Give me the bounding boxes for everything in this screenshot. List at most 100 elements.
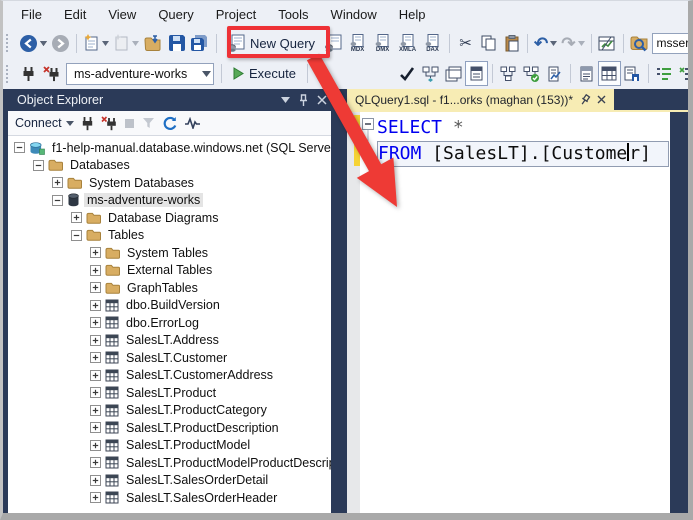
new-dmx-query-button[interactable]: DMX — [370, 33, 395, 53]
tree-expander[interactable] — [90, 439, 101, 451]
redo-button[interactable]: ↷ — [559, 31, 586, 56]
tree-expander[interactable] — [90, 247, 101, 259]
open-file-button[interactable] — [141, 31, 165, 56]
menu-query[interactable]: Query — [147, 1, 204, 28]
menu-edit[interactable]: Edit — [53, 1, 97, 28]
new-query-button[interactable]: New Query — [221, 31, 322, 56]
tree-item-database-diagrams[interactable]: Database Diagrams — [8, 209, 331, 227]
tree-expander[interactable] — [14, 142, 25, 154]
tree-item-dbo-buildversion[interactable]: dbo.BuildVersion — [8, 297, 331, 315]
estimated-plan-button[interactable] — [419, 61, 442, 86]
tree-item-databases[interactable]: Databases — [8, 157, 331, 175]
tree-expander[interactable] — [90, 317, 101, 329]
menu-window[interactable]: Window — [320, 1, 388, 28]
tree-expander[interactable] — [90, 352, 101, 364]
tree-expander[interactable] — [90, 474, 101, 486]
tree-expander[interactable] — [52, 177, 63, 189]
database-engine-query-button[interactable] — [322, 31, 345, 56]
tree-item-external-tables[interactable]: External Tables — [8, 262, 331, 280]
live-query-stats-button[interactable] — [543, 61, 566, 86]
tree-item-saleslt-salesorderheader[interactable]: SalesLT.SalesOrderHeader — [8, 489, 331, 507]
tree-item-saleslt-productdescription[interactable]: SalesLT.ProductDescription — [8, 419, 331, 437]
tree-item-graphtables[interactable]: GraphTables — [8, 279, 331, 297]
change-connection-button[interactable] — [40, 61, 63, 86]
tree-expander[interactable] — [90, 387, 101, 399]
save-all-button[interactable] — [188, 31, 212, 56]
tree-item-dbo-errorlog[interactable]: dbo.ErrorLog — [8, 314, 331, 332]
tree-expander[interactable] — [90, 264, 101, 276]
tree-expander[interactable] — [90, 422, 101, 434]
add-item-button[interactable] — [111, 31, 141, 56]
tree-expander[interactable] — [90, 334, 101, 346]
tree-expander[interactable] — [71, 229, 82, 241]
toolbar-grip[interactable] — [6, 64, 13, 83]
uncomment-button[interactable] — [676, 61, 688, 86]
results-to-file-button[interactable] — [621, 61, 644, 86]
display-estimated-plan-button[interactable] — [497, 61, 520, 86]
new-dax-query-button[interactable]: DAX — [420, 33, 445, 53]
include-actual-plan-button[interactable] — [520, 61, 543, 86]
paste-button[interactable] — [500, 31, 523, 56]
tree-item-saleslt-address[interactable]: SalesLT.Address — [8, 332, 331, 350]
tree-expander[interactable] — [90, 369, 101, 381]
new-xmla-query-button[interactable]: XMLA — [395, 33, 420, 53]
tree-item-saleslt-product[interactable]: SalesLT.Product — [8, 384, 331, 402]
execute-button[interactable]: Execute — [226, 61, 303, 86]
connect-menu[interactable]: Connect — [15, 116, 74, 130]
tree-expander[interactable] — [90, 404, 101, 416]
tree-item-system-databases[interactable]: System Databases — [8, 174, 331, 192]
tree-item-ms-adventure-works[interactable]: ms-adventure-works — [8, 192, 331, 210]
new-project-button[interactable] — [81, 31, 111, 56]
results-pane-toggle[interactable] — [464, 61, 488, 86]
tree-item-saleslt-productcategory[interactable]: SalesLT.ProductCategory — [8, 402, 331, 420]
code-area[interactable]: SELECT * FROM [SalesLT].[Custome r] — [377, 112, 670, 513]
search-input[interactable]: msservi — [651, 32, 688, 54]
query-designer-button[interactable] — [596, 31, 619, 56]
chevron-down-icon[interactable] — [281, 97, 290, 103]
undo-button[interactable]: ↶ — [532, 31, 559, 56]
tree-expander[interactable] — [90, 492, 101, 504]
tree-item-tables[interactable]: Tables — [8, 227, 331, 245]
parse-button[interactable] — [396, 61, 419, 86]
tree-expander[interactable] — [33, 159, 44, 171]
tree-item-saleslt-productmodelproductdescrip[interactable]: SalesLT.ProductModelProductDescrip — [8, 454, 331, 472]
pin-icon[interactable] — [299, 93, 308, 107]
close-icon[interactable] — [597, 95, 606, 104]
results-to-text-button[interactable] — [575, 61, 598, 86]
tree-expander[interactable] — [90, 299, 101, 311]
results-to-grid-toggle[interactable] — [597, 61, 621, 86]
query-editor[interactable]: SELECT * FROM [SalesLT].[Custome r] — [347, 112, 688, 513]
menu-project[interactable]: Project — [205, 1, 267, 28]
copy-button[interactable] — [477, 31, 500, 56]
menu-view[interactable]: View — [97, 1, 147, 28]
tree-item-saleslt-salesorderdetail[interactable]: SalesLT.SalesOrderDetail — [8, 472, 331, 490]
close-icon[interactable] — [317, 95, 327, 105]
filter-icon[interactable] — [142, 117, 155, 129]
tree-expander[interactable] — [90, 282, 101, 294]
collapse-region-icon[interactable] — [361, 117, 378, 177]
toolbar-grip[interactable] — [6, 34, 13, 52]
tree-item-f1-help-manual-database-windows-net-sql-[interactable]: f1-help-manual.database.windows.net (SQL… — [8, 139, 331, 157]
new-mdx-query-button[interactable]: MDX — [345, 33, 370, 53]
pin-icon[interactable] — [578, 92, 591, 106]
tree-expander[interactable] — [90, 457, 101, 469]
cut-button[interactable]: ✂ — [454, 31, 477, 56]
tree-item-saleslt-customeraddress[interactable]: SalesLT.CustomerAddress — [8, 367, 331, 385]
refresh-icon[interactable] — [162, 116, 177, 131]
query-options-button[interactable] — [442, 61, 465, 86]
tree-item-saleslt-customer[interactable]: SalesLT.Customer — [8, 349, 331, 367]
activity-monitor-icon[interactable] — [184, 117, 201, 129]
tree-expander[interactable] — [71, 212, 82, 224]
connect-button[interactable] — [17, 61, 40, 86]
back-button[interactable] — [17, 31, 49, 56]
menu-tools[interactable]: Tools — [267, 1, 319, 28]
disconnect-icon[interactable] — [100, 115, 117, 131]
menu-file[interactable]: File — [10, 1, 53, 28]
tree-item-system-tables[interactable]: System Tables — [8, 244, 331, 262]
forward-button[interactable] — [49, 31, 72, 56]
tab-sqlquery1[interactable]: QLQuery1.sql - f1...orks (maghan (153))* — [347, 89, 615, 110]
search-button[interactable] — [628, 31, 652, 56]
menu-help[interactable]: Help — [388, 1, 437, 28]
tree-expander[interactable] — [52, 194, 63, 206]
tree-item-saleslt-productmodel[interactable]: SalesLT.ProductModel — [8, 437, 331, 455]
